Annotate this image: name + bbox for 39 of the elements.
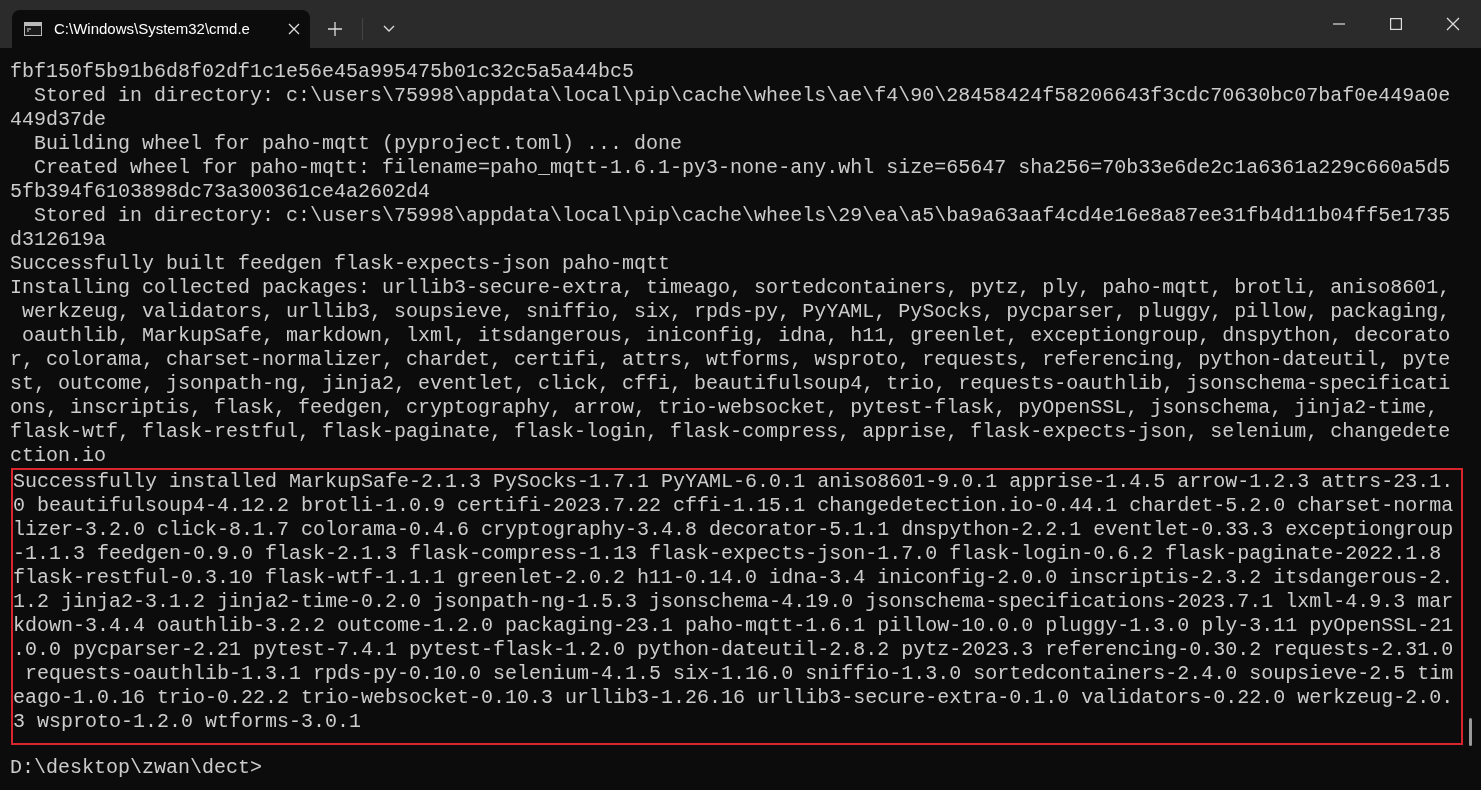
terminal-line: requests-oauthlib-1.3.1 rpds-py-0.10.0 selenium-4.1.5 six-1.16.0 sniffio-1.3.0 sortedcontainers-2.4.0 soupsieve-2.5 tim <box>24 662 1455 686</box>
terminal-line: 3 wsproto-1.2.0 wtforms-3.0.1 <box>13 710 363 734</box>
maximize-icon[interactable] <box>1389 18 1402 30</box>
terminal-line: kdown-3.4.4 oauthlib-3.2.2 outcome-1.2.0 packaging-23.1 paho-mqtt-1.6.1 pillow-10.0.0 pluggy-1.3.0 ply-3.11 pyOpenSSL-21 <box>13 614 1455 638</box>
close-icon[interactable] <box>1445 17 1460 31</box>
terminal-line: Successfully built feedgen flask-expects-json paho-mqtt <box>10 252 672 276</box>
terminal-line: eago-1.0.16 trio-0.22.2 trio-websocket-0.10.3 urllib3-1.26.16 urllib3-secure-extra-0.1.0 validators-0.22.0 werkzeug-2.0. <box>13 686 1455 710</box>
terminal-line: 0 beautifulsoup4-4.12.2 brotli-1.0.9 certifi-2023.7.22 cffi-1.15.1 changedetection.io-0.44.1 chardet-5.2.0 charset-norma <box>13 494 1455 518</box>
terminal-tab[interactable]: C:\Windows\System32\cmd.e <box>12 10 310 48</box>
terminal-line: fbf150f5b91b6d8f02df1c1e56e45a995475b01c32c5a5a44bc5 <box>10 60 636 84</box>
terminal-icon <box>24 22 42 36</box>
terminal-line: ons, inscriptis, flask, feedgen, cryptography, arrow, trio-websocket, pytest-flask, pyOpenSSL, jsonschema, jinja2-time, <box>10 396 1440 420</box>
terminal-line: Created wheel for paho-mqtt: filename=paho_mqtt-1.6.1-py3-none-any.whl size=65647 sha256=70b33e6de2c1a6361a229c660a5d5 <box>33 156 1452 180</box>
terminal-line: flask-restful-0.3.10 flask-wtf-1.1.1 greenlet-2.0.2 h11-0.14.0 idna-3.4 iniconfig-2.0.0 inscriptis-2.3.2 itsdangerous-2. <box>13 566 1455 590</box>
terminal-line: st, outcome, jsonpath-ng, jinja2, eventlet, click, cffi, beautifulsoup4, trio, requests-oauthlib, jsonschema-specificati <box>10 372 1452 396</box>
terminal-line: Stored in directory: c:\users\75998\appdata\local\pip\cache\wheels\ae\f4\90\28458424f58206643f3cdc70630bc07baf0e449a0e <box>33 84 1452 108</box>
terminal-line: Building wheel for paho-mqtt (pyproject.toml) ... done <box>33 132 684 156</box>
terminal-line: oauthlib, MarkupSafe, markdown, lxml, itsdangerous, iniconfig, idna, h11, greenlet, exceptiongroup, dnspython, decorato <box>21 324 1452 348</box>
terminal-line: Successfully installed MarkupSafe-2.1.3 PySocks-1.7.1 PyYAML-6.0.1 aniso8601-9.0.1 apprise-1.4.5 arrow-1.2.3 attrs-23.1. <box>13 470 1455 494</box>
command-prompt[interactable]: D:\desktop\zwan\dect> <box>0 756 1481 780</box>
terminal-line: lizer-3.2.0 click-8.1.7 colorama-0.4.6 cryptography-3.4.8 decorator-5.1.1 dnspython-2.2.1 eventlet-0.33.3 exceptiongroup <box>13 518 1455 542</box>
scrollbar-thumb[interactable] <box>1469 718 1472 746</box>
terminal-line: -1.1.3 feedgen-0.9.0 flask-2.1.3 flask-compress-1.13 flask-expects-json-1.7.0 flask-login-0.6.2 flask-paginate-2022.1.8 <box>13 542 1443 566</box>
close-icon[interactable] <box>288 23 300 35</box>
minimize-icon[interactable] <box>1332 23 1345 25</box>
tab-title: C:\Windows\System32\cmd.e <box>54 18 251 39</box>
terminal-line: 1.2 jinja2-3.1.2 jinja2-time-0.2.0 jsonpath-ng-1.5.3 jsonschema-4.19.0 jsonschema-specifications-2023.7.1 lxml-4.9.3 mar <box>13 590 1455 614</box>
terminal-line: 5fb394f6103898dc73a300361ce4a2602d4 <box>10 180 432 204</box>
terminal-line: Stored in directory: c:\users\75998\appdata\local\pip\cache\wheels\29\ea\a5\ba9a63aaf4cd4e16e8a87ee31fb4d11b04ff5e1735 <box>33 204 1452 228</box>
terminal-line: flask-wtf, flask-restful, flask-paginate, flask-login, flask-compress, apprise, flask-expects-json, selenium, changedete <box>10 420 1452 444</box>
chevron-down-icon[interactable] <box>383 25 395 33</box>
new-tab-icon[interactable] <box>328 22 342 36</box>
terminal-line: 449d37de <box>10 108 107 132</box>
terminal-line: d312619a <box>10 228 107 252</box>
terminal-line: Installing collected packages: urllib3-secure-extra, timeago, sortedcontainers, pytz, ply, paho-mqtt, brotli, aniso8601, <box>10 276 1452 300</box>
terminal-line: werkzeug, validators, urllib3, soupsieve, sniffio, six, rpds-py, PyYAML, PySocks, pycparser, pluggy, pillow, packaging, <box>21 300 1452 324</box>
terminal-line: r, colorama, charset-normalizer, chardet, certifi, attrs, wtforms, wsproto, requests, referencing, python-dateutil, pyte <box>10 348 1452 372</box>
terminal-line: ction.io <box>10 444 107 468</box>
terminal-line: .0.0 pycparser-2.21 pytest-7.4.1 pytest-flask-1.2.0 python-dateutil-2.8.2 pytz-2023.3 referencing-0.30.2 requests-2.31.0 <box>13 638 1455 662</box>
